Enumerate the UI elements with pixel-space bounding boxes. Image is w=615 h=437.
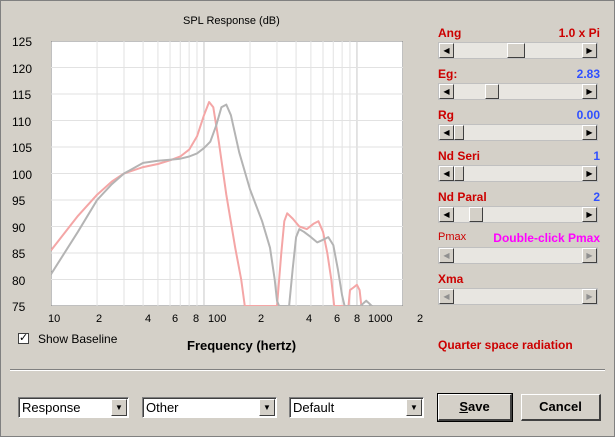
- slider-thumb[interactable]: [507, 43, 525, 58]
- y-tick-label: 100: [12, 168, 33, 182]
- save-button[interactable]: Save: [437, 393, 513, 422]
- x-tick-label: 2: [258, 313, 265, 325]
- param-value: 1: [593, 149, 600, 163]
- eg-slider[interactable]: ◀ ▶: [438, 83, 598, 100]
- param-label: Pmax: [438, 231, 467, 243]
- x-tick-label: 8: [193, 313, 200, 325]
- preset-select[interactable]: Default ▼: [289, 397, 424, 418]
- select-value: Default: [293, 400, 335, 415]
- scroll-left-icon[interactable]: ◀: [439, 125, 454, 140]
- y-tick-label: 120: [12, 62, 33, 76]
- nd-paral-slider[interactable]: ◀ ▶: [438, 206, 598, 223]
- show-baseline-label: Show Baseline: [38, 333, 118, 346]
- slider-thumb[interactable]: [454, 166, 464, 181]
- scroll-right-icon[interactable]: ▶: [582, 43, 597, 58]
- x-tick-label: 8: [354, 313, 361, 325]
- param-label: Nd Paral: [438, 190, 487, 204]
- y-tick-label: 110: [12, 115, 32, 129]
- other-select[interactable]: Other ▼: [142, 397, 277, 418]
- graph-title: SPL Response (dB): [183, 15, 280, 27]
- chevron-down-icon[interactable]: ▼: [406, 399, 422, 416]
- param-label: Xma: [438, 272, 464, 286]
- x-tick-label: 2: [96, 313, 103, 325]
- xma-slider[interactable]: ◀ ▶: [438, 288, 598, 305]
- param-label: Rg: [438, 108, 454, 122]
- y-tick-label: 95: [12, 194, 26, 208]
- param-label: Ang: [438, 26, 462, 40]
- y-tick-label: 80: [12, 274, 26, 288]
- param-value: 2.83: [576, 67, 600, 81]
- scroll-right-icon[interactable]: ▶: [582, 125, 597, 140]
- show-baseline-checkbox[interactable]: Show Baseline: [18, 332, 117, 345]
- x-axis-title: Frequency (hertz): [187, 338, 297, 353]
- nd-seri-slider[interactable]: ◀ ▶: [438, 165, 598, 182]
- y-tick-label: 85: [12, 247, 26, 261]
- y-tick-label: 75: [12, 300, 26, 314]
- x-tick-label: 2: [417, 313, 424, 325]
- cancel-button[interactable]: Cancel: [521, 394, 601, 421]
- slider-thumb[interactable]: [485, 84, 499, 99]
- param-label: Eg:: [438, 67, 458, 81]
- scroll-right-icon[interactable]: ▶: [582, 84, 597, 99]
- scroll-left-icon[interactable]: ◀: [439, 166, 454, 181]
- ang-slider[interactable]: ◀ ▶: [438, 42, 598, 59]
- scroll-left-icon[interactable]: ◀: [439, 289, 454, 304]
- select-value: Other: [146, 400, 179, 415]
- y-tick-label: 90: [12, 221, 26, 235]
- y-tick-label: 125: [12, 35, 33, 49]
- checkbox-check-icon[interactable]: [18, 332, 29, 344]
- scroll-left-icon[interactable]: ◀: [439, 84, 454, 99]
- x-tick-label: 6: [172, 313, 179, 325]
- x-tick-label: 1000: [368, 313, 393, 325]
- view-select[interactable]: Response ▼: [18, 397, 129, 418]
- scroll-right-icon[interactable]: ▶: [582, 207, 597, 222]
- scroll-left-icon[interactable]: ◀: [439, 43, 454, 58]
- rg-slider[interactable]: ◀ ▶: [438, 124, 598, 141]
- separator: [10, 369, 605, 371]
- select-value: Response: [22, 400, 81, 415]
- x-tick-label: 4: [306, 313, 313, 325]
- slider-thumb[interactable]: [469, 207, 483, 222]
- scroll-right-icon[interactable]: ▶: [582, 289, 597, 304]
- scroll-left-icon[interactable]: ◀: [439, 207, 454, 222]
- param-value: 0.00: [576, 108, 600, 122]
- y-tick-label: 115: [12, 88, 32, 102]
- pmax-slider[interactable]: ◀ ▶: [438, 247, 598, 264]
- chevron-down-icon[interactable]: ▼: [111, 399, 127, 416]
- scroll-right-icon[interactable]: ▶: [582, 248, 597, 263]
- pmax-hint[interactable]: Double-click Pmax: [493, 231, 600, 245]
- radiation-label: Quarter space radiation: [438, 338, 573, 352]
- x-tick-label: 4: [145, 313, 152, 325]
- param-label: Nd Seri: [438, 149, 481, 163]
- scroll-right-icon[interactable]: ▶: [582, 166, 597, 181]
- x-tick-label: 10: [48, 313, 61, 325]
- x-tick-label: 6: [334, 313, 341, 325]
- param-value: 1.0 x Pi: [558, 26, 600, 40]
- x-tick-label: 100: [208, 313, 227, 325]
- y-tick-label: 105: [12, 141, 33, 155]
- scroll-left-icon[interactable]: ◀: [439, 248, 454, 263]
- param-value: 2: [593, 190, 600, 204]
- slider-thumb[interactable]: [454, 125, 464, 140]
- spl-plot: [51, 41, 403, 306]
- chevron-down-icon[interactable]: ▼: [259, 399, 275, 416]
